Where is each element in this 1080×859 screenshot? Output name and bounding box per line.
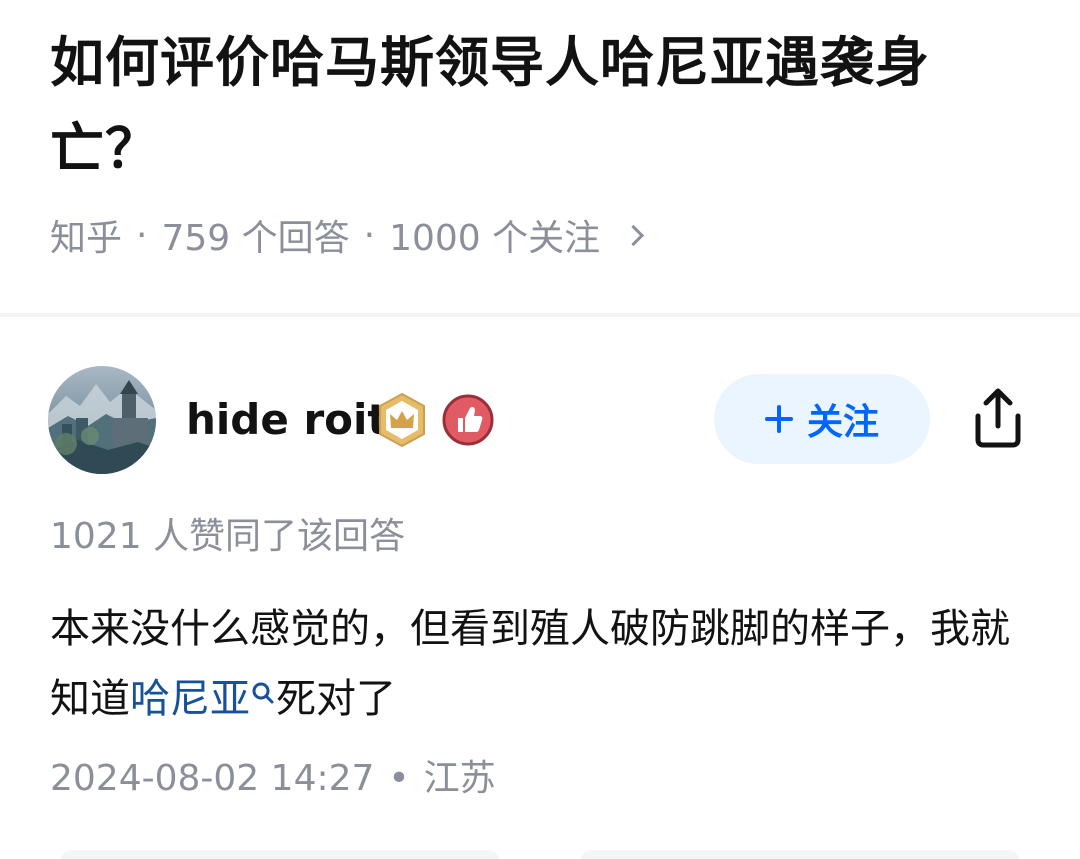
question-title[interactable]: 如何评价哈马斯领导人哈尼亚遇袭身亡？	[50, 20, 1010, 192]
answer-meta: 2024-08-02 14:27 • 江苏	[50, 752, 496, 806]
share-icon[interactable]	[968, 386, 1028, 450]
author-row: hide roit 关注	[48, 366, 1038, 476]
source-label: 知乎	[50, 218, 123, 259]
answer-count: 759 个回答	[161, 218, 350, 259]
next-section-peek	[60, 850, 1020, 859]
chevron-right-icon	[623, 224, 645, 246]
peek-card-right	[580, 850, 1020, 859]
answer-content[interactable]: 本来没什么感觉的，但看到殖人破防跳脚的样子，我就知道哈尼亚 死对了	[50, 594, 1010, 734]
thumbs-up-badge-icon	[442, 394, 494, 446]
author-name[interactable]: hide roit	[186, 392, 388, 448]
search-icon[interactable]	[250, 666, 276, 704]
landscape-castle-avatar-image	[48, 366, 156, 474]
peek-card-left	[60, 850, 500, 859]
section-divider	[0, 313, 1080, 317]
follow-label: 关注	[806, 401, 879, 442]
follower-count: 1000 个关注	[389, 218, 601, 259]
crown-badge-icon	[376, 392, 428, 448]
search-link[interactable]: 哈尼亚	[130, 676, 250, 722]
vote-count: 1021 人赞同了该回答	[50, 516, 406, 557]
answer-location: 江苏	[423, 758, 496, 799]
meta-separator: ·	[136, 214, 148, 256]
avatar[interactable]	[48, 366, 156, 474]
question-meta[interactable]: 知乎 · 759 个回答 · 1000 个关注	[50, 208, 645, 262]
meta-separator: ·	[363, 214, 376, 256]
zhihu-answer-page: 如何评价哈马斯领导人哈尼亚遇袭身亡？ 知乎 · 759 个回答 · 1000 个…	[0, 0, 1080, 859]
meta-dot: •	[388, 758, 410, 799]
follow-button[interactable]: 关注	[714, 374, 930, 464]
answer-text-tail: 死对了	[276, 676, 396, 722]
answer-date: 2024-08-02 14:27	[50, 758, 375, 799]
plus-icon	[764, 405, 793, 433]
